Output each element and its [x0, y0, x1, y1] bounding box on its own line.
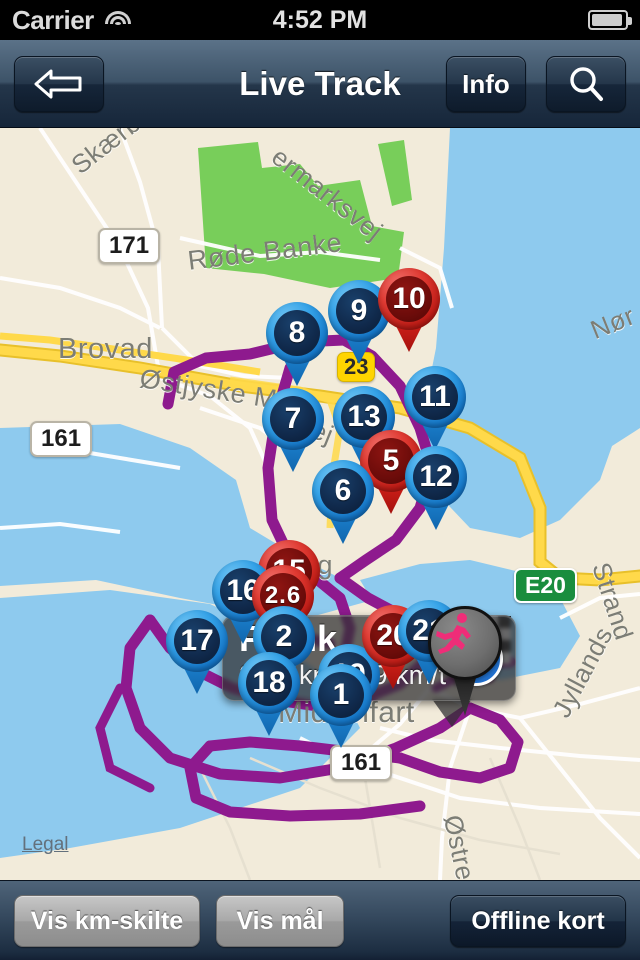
map-pin[interactable]: 10	[378, 268, 440, 352]
map-pin[interactable]: 12	[405, 446, 467, 530]
offline-map-button[interactable]: Offline kort	[450, 895, 626, 947]
offline-map-label: Offline kort	[471, 906, 605, 935]
map-pin[interactable]: 8	[266, 302, 328, 386]
navigation-bar: Live Track Info	[0, 40, 640, 128]
map-pin-label: 10	[386, 276, 432, 322]
map-pin-label: 1	[318, 672, 364, 718]
route-shield: 161	[330, 745, 393, 781]
map-pin-label: 12	[413, 454, 459, 500]
map-pin[interactable]: 6	[312, 460, 374, 544]
search-button[interactable]	[546, 56, 626, 112]
legal-link[interactable]: Legal	[22, 834, 69, 856]
bottom-toolbar: Vis km-skilte Vis mål Offline kort	[0, 880, 640, 960]
back-button[interactable]	[14, 56, 104, 112]
show-km-signs-button[interactable]: Vis km-skilte	[14, 895, 200, 947]
route-shield: 161	[30, 421, 93, 457]
motorway-shield: E20	[514, 568, 577, 603]
search-icon	[570, 67, 603, 101]
route-shield: 171	[98, 228, 161, 264]
info-button-label: Info	[462, 68, 510, 99]
info-button[interactable]: Info	[446, 56, 526, 112]
map-pin-label: 7	[270, 396, 316, 442]
map-pin-label: 11	[412, 374, 458, 420]
battery-icon	[588, 10, 632, 30]
map-pin[interactable]: 17	[166, 610, 228, 694]
back-arrow-icon	[34, 69, 82, 99]
app-root: Carrier 4:52 PM Live Track Info Skærb er…	[0, 0, 640, 960]
show-goal-label: Vis mål	[236, 906, 324, 935]
runner-icon	[436, 613, 471, 654]
show-goal-button[interactable]: Vis mål	[216, 895, 344, 947]
runner-marker-circle[interactable]	[428, 606, 502, 680]
map-label: Brovad	[58, 333, 153, 365]
map-pin-label: 6	[320, 468, 366, 514]
clock-label: 4:52 PM	[272, 5, 368, 34]
status-bar: Carrier 4:52 PM	[0, 0, 640, 40]
map-pin-label: 9	[336, 288, 382, 334]
map-pin-label: 8	[274, 310, 320, 356]
map-view[interactable]: Skærb ermarksvej Røde Banke Brovad Østjyske …	[0, 128, 640, 880]
map-pin[interactable]: 18	[238, 652, 300, 736]
show-km-signs-label: Vis km-skilte	[30, 906, 184, 935]
map-pin-label: 18	[246, 660, 292, 706]
map-pin-label: 17	[174, 618, 220, 664]
runner-marker[interactable]	[428, 606, 502, 726]
